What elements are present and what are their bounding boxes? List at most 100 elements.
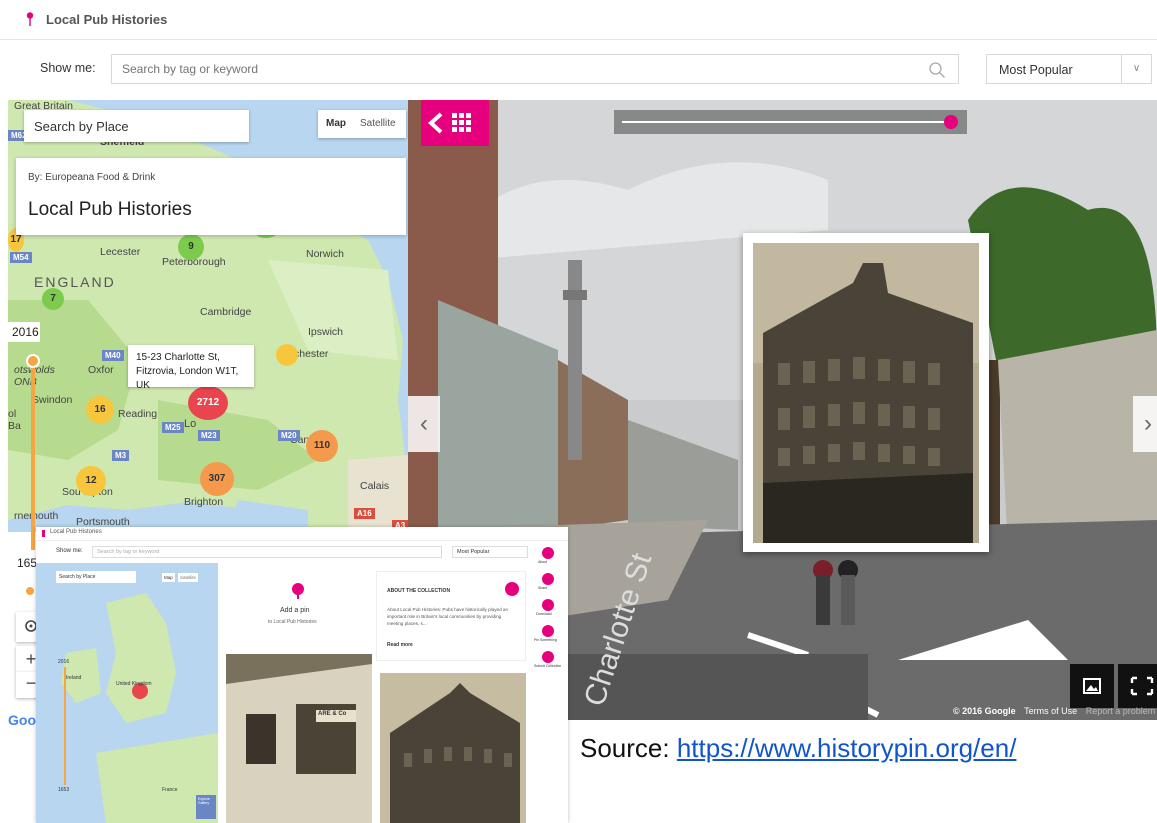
collection-card[interactable]: By: Europeana Food & Drink Local Pub His… (16, 158, 406, 235)
inset-read-more: Read more (387, 642, 413, 648)
map-toggle-satellite[interactable]: Satellite (360, 118, 396, 129)
inset-map-toggle: Satellite (178, 573, 199, 582)
inset-about-text: About Local Pub Histories: Pubs have his… (387, 607, 509, 626)
map-label: Calais (360, 480, 390, 492)
show-me-label: Show me: (40, 61, 96, 75)
keyword-search-box[interactable] (111, 54, 959, 84)
photo-toggle-button[interactable] (1070, 664, 1114, 708)
back-to-grid-button[interactable] (421, 100, 489, 146)
map-label: Swindon (32, 394, 73, 406)
inset-submit-icon (542, 651, 554, 663)
inset-sort: Most Popular (452, 546, 528, 558)
place-search-input[interactable]: Search by Place (24, 110, 249, 142)
search-icon[interactable] (928, 61, 946, 79)
street-view-attribution: © 2016 Google Terms of Use Report a prob… (953, 706, 1155, 716)
inset-add-pin-card: Add a pin to Local Pub Histories (224, 563, 372, 655)
inset-screenshot: Local Pub Histories Show me: Search by t… (36, 527, 568, 823)
source-link[interactable]: https://www.historypin.org/en/ (677, 733, 1017, 763)
inset-add-pin-icon (292, 583, 304, 599)
inset-pin-icon (42, 530, 45, 537)
inset-side-label: Pin Something (534, 638, 557, 642)
pin-cluster[interactable]: 7 (42, 288, 64, 310)
sort-select[interactable]: Most Popular ∨ (986, 54, 1152, 84)
inset-add-pin-title: Add a pin (280, 607, 310, 614)
inset-map-label: United Kingdom (116, 681, 152, 687)
photo-opacity-slider[interactable] (614, 110, 967, 134)
street-view-prev-arrow[interactable]: ‹ (408, 396, 440, 452)
map-label: Oxfor (88, 364, 114, 376)
terms-link[interactable]: Terms of Use (1024, 706, 1077, 716)
inset-download-icon (542, 599, 554, 611)
inset-photo-building (380, 673, 526, 823)
inset-info-icon (505, 582, 519, 596)
inset-sign-text: ARE & Co (318, 711, 347, 717)
inset-filter: Show me: Search by tag or keyword Most P… (36, 543, 536, 561)
road-shield: M3 (112, 450, 130, 461)
map-panel[interactable]: Great Britain Sheffield Lecester Peterbo… (8, 100, 408, 532)
tooltip-line: 15-23 Charlotte St, (136, 352, 220, 363)
street-view-next-arrow[interactable]: › (1133, 396, 1157, 452)
chevron-down-icon[interactable]: ∨ (1121, 55, 1151, 83)
year-start-label: 2016 (8, 322, 40, 342)
historic-photo-overlay[interactable] (743, 233, 989, 552)
app-header: Local Pub Histories (0, 0, 1157, 40)
copyright-text: © 2016 Google (953, 706, 1016, 716)
collection-owner: By: Europeana Food & Drink (28, 172, 156, 183)
inset-side-label: Download (536, 612, 552, 616)
pin-cluster[interactable]: 12 (76, 466, 106, 496)
inset-photo-pub: ARE & Co (226, 654, 372, 823)
keyword-search-input[interactable] (112, 55, 892, 83)
report-link[interactable]: Report a problem (1086, 706, 1156, 716)
inset-about-card: ABOUT THE COLLECTION About Local Pub His… (376, 571, 526, 661)
tooltip-line: Fitzrovia, London W1T, UK (136, 366, 239, 391)
map-label: Lecester (100, 246, 141, 258)
location-tooltip: 15-23 Charlotte St, Fitzrovia, London W1… (128, 345, 254, 391)
inset-map-label: Ireland (66, 675, 82, 681)
map-type-toggle[interactable]: Map Satellite (318, 110, 406, 138)
source-prefix: Source: (580, 733, 677, 763)
inset-map-toggle: Map (162, 573, 175, 582)
year-slider-track[interactable] (31, 354, 35, 550)
road-shield: M54 (10, 252, 32, 263)
map-label: Lo (184, 418, 197, 430)
source-caption: Source: https://www.historypin.org/en/ (580, 733, 1016, 764)
pin-cluster[interactable]: 307 (200, 462, 234, 496)
fullscreen-button[interactable] (1118, 664, 1157, 708)
map-label: Ipswich (308, 326, 344, 338)
inset-side-label: About (538, 560, 548, 564)
app-title: Local Pub Histories (46, 12, 168, 27)
pin-cluster[interactable]: 16 (86, 396, 114, 424)
collection-title: Local Pub Histories (28, 199, 192, 220)
inset-tour-button: Explore Gallery (196, 795, 216, 819)
pin-cluster[interactable]: 110 (306, 430, 338, 462)
slider-track (622, 121, 952, 123)
map-label: Norwich (306, 248, 344, 260)
filter-bar: Show me: Most Popular ∨ (0, 44, 1157, 92)
inset-share-icon (542, 573, 554, 585)
inset-search-placeholder: Search by tag or keyword (97, 549, 160, 555)
year-slider-handle[interactable] (26, 354, 40, 368)
slider-handle[interactable] (944, 115, 958, 129)
map-toggle-map[interactable]: Map (326, 118, 346, 129)
chevron-left-grid-icon (428, 112, 471, 134)
inset-map: Search by Place Map Satellite 2016 1653 … (36, 563, 218, 823)
road-shield: M40 (102, 350, 124, 361)
inset-add-pin-sub: to Local Pub Histories (268, 619, 317, 625)
inset-year-bottom: 1653 (58, 787, 70, 793)
map-label: Brighton (184, 496, 224, 508)
inset-sort-value: Most Popular (457, 549, 490, 555)
inset-about-icon (542, 547, 554, 559)
fullscreen-icon (1130, 676, 1154, 696)
pin-cluster[interactable]: 9 (178, 234, 204, 260)
pin-cluster[interactable] (276, 344, 298, 366)
road-shield: A16 (354, 508, 375, 519)
inset-map-label: France (162, 787, 178, 793)
inset-pub-photo-art (226, 654, 372, 823)
inset-search: Search by tag or keyword (92, 546, 442, 558)
map-label: rnemouth (14, 510, 59, 522)
inset-title: Local Pub Histories (50, 529, 102, 535)
inset-pin-something-icon (542, 625, 554, 637)
map-label: Cambridge (200, 306, 252, 318)
road-shield: M23 (198, 430, 220, 441)
road-shield: M20 (278, 430, 300, 441)
